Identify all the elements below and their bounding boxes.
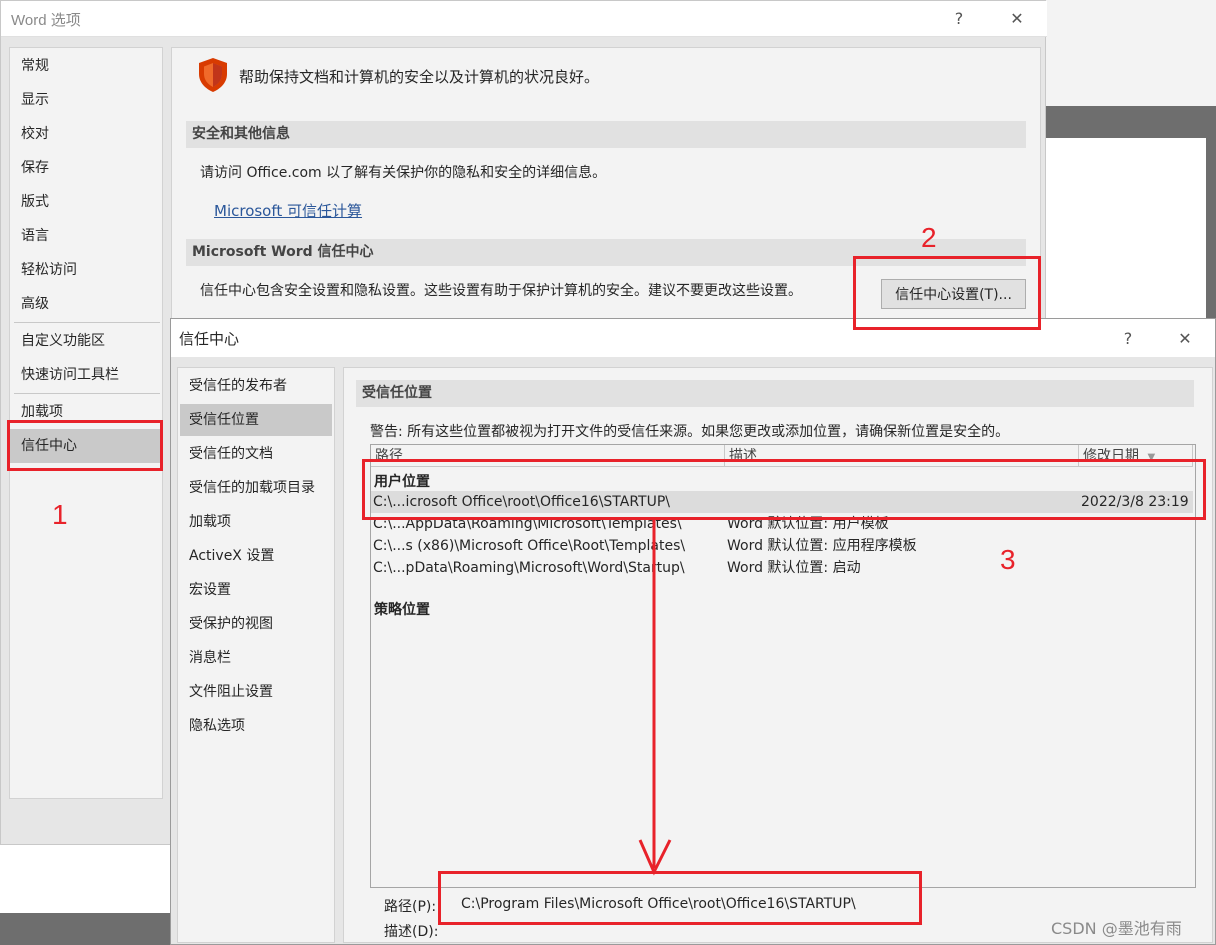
trust-center-sidebar: 受信任的发布者 受信任位置 受信任的文档 受信任的加载项目录 加载项 Activ… (177, 367, 335, 943)
nav-macro-settings[interactable]: 宏设置 (180, 574, 332, 606)
background-ribbon (1046, 0, 1216, 106)
close-button[interactable]: ✕ (1162, 321, 1208, 355)
nav-message-bar[interactable]: 消息栏 (180, 642, 332, 674)
help-button[interactable]: ? (1105, 321, 1151, 355)
nav-language[interactable]: 语言 (10, 219, 162, 253)
location-row[interactable]: C:\...s (x86)\Microsoft Office\Root\Temp… (371, 535, 1193, 557)
nav-accessibility[interactable]: 轻松访问 (10, 253, 162, 287)
nav-file-block-settings[interactable]: 文件阻止设置 (180, 676, 332, 708)
location-row[interactable]: C:\...pData\Roaming\Microsoft\Word\Start… (371, 557, 1193, 579)
word-options-titlebar: Word 选项 ? ✕ (1, 1, 1047, 37)
trust-center-text: 信任中心包含安全设置和隐私设置。这些设置有助于保护计算机的安全。建议不要更改这些… (200, 283, 802, 299)
annotation-number-2: 2 (921, 222, 937, 253)
annotation-box-2 (853, 256, 1041, 330)
trusted-locations-title: 受信任位置 (356, 380, 1194, 407)
nav-quick-access-toolbar[interactable]: 快速访问工具栏 (10, 358, 162, 392)
nav-trusted-locations[interactable]: 受信任位置 (180, 404, 332, 436)
annotation-number-3: 3 (1000, 544, 1016, 575)
annotation-box-1 (7, 420, 163, 471)
section-security-info-title: 安全和其他信息 (186, 121, 1026, 148)
trust-center-content: 受信任位置 警告: 所有这些位置都被视为打开文件的受信任来源。如果您更改或添加位… (343, 367, 1213, 943)
help-button[interactable]: ? (936, 1, 982, 35)
shield-icon (197, 57, 229, 93)
nav-addins[interactable]: 加载项 (180, 506, 332, 538)
nav-save[interactable]: 保存 (10, 151, 162, 185)
dialog-title: Word 选项 (11, 12, 81, 29)
nav-display[interactable]: 显示 (10, 83, 162, 117)
annotation-box-3 (362, 459, 1206, 520)
annotation-number-1: 1 (52, 499, 68, 530)
nav-advanced[interactable]: 高级 (10, 287, 162, 321)
background-document (1046, 138, 1206, 318)
nav-customize-ribbon[interactable]: 自定义功能区 (10, 324, 162, 358)
annotation-arrow-icon (638, 518, 672, 876)
watermark: CSDN @墨池有雨 (1051, 919, 1182, 938)
row-description: Word 默认位置: 应用程序模板 (727, 538, 917, 554)
nav-trusted-addin-catalogs[interactable]: 受信任的加载项目录 (180, 472, 332, 504)
intro-text: 帮助保持文档和计算机的安全以及计算机的状况良好。 (239, 68, 600, 86)
warning-text: 警告: 所有这些位置都被视为打开文件的受信任来源。如果您更改或添加位置，请确保新… (370, 424, 1010, 440)
nav-trusted-documents[interactable]: 受信任的文档 (180, 438, 332, 470)
nav-layout[interactable]: 版式 (10, 185, 162, 219)
nav-divider (14, 393, 160, 394)
trust-center-dialog: 信任中心 ? ✕ 受信任的发布者 受信任位置 受信任的文档 受信任的加载项目录 … (170, 318, 1216, 945)
nav-trusted-publishers[interactable]: 受信任的发布者 (180, 370, 332, 402)
background-page (0, 845, 170, 913)
row-description: Word 默认位置: 启动 (727, 560, 861, 576)
nav-protected-view[interactable]: 受保护的视图 (180, 608, 332, 640)
close-button[interactable]: ✕ (994, 1, 1040, 35)
annotation-box-path (438, 871, 922, 925)
nav-general[interactable]: 常规 (10, 49, 162, 83)
nav-privacy-options[interactable]: 隐私选项 (180, 710, 332, 742)
security-info-text: 请访问 Office.com 以了解有关保护你的隐私和安全的详细信息。 (200, 165, 607, 181)
path-label: 路径(P): (384, 899, 437, 915)
trust-center-titlebar: 信任中心 ? ✕ (171, 319, 1215, 357)
nav-activex-settings[interactable]: ActiveX 设置 (180, 540, 332, 572)
nav-divider (14, 322, 160, 323)
description-label: 描述(D): (384, 924, 439, 940)
nav-proofing[interactable]: 校对 (10, 117, 162, 151)
trust-center-title: 信任中心 (179, 330, 240, 348)
group-policy-locations: 策略位置 (374, 602, 430, 618)
trustworthy-computing-link[interactable]: Microsoft 可信任计算 (214, 200, 362, 221)
